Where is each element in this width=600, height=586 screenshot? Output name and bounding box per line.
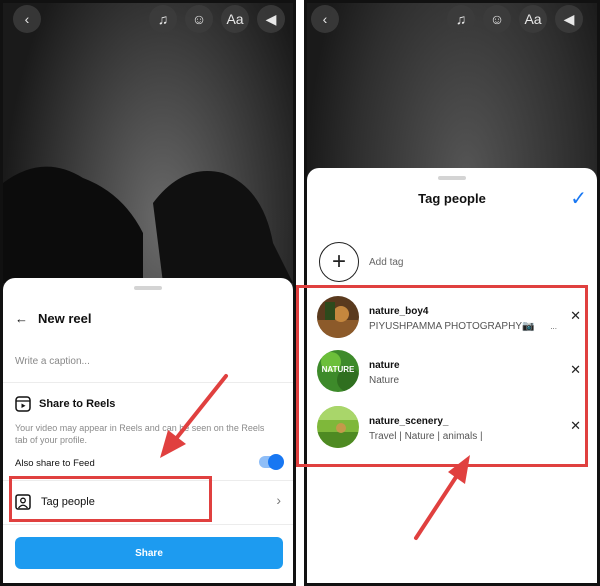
plus-icon: + (331, 248, 346, 275)
back-arrow-icon[interactable]: ← (15, 311, 28, 326)
share-to-reels-row: Share to Reels (15, 396, 115, 412)
divider (3, 524, 293, 525)
sheet-title: New reel (38, 311, 92, 326)
sticker-icon[interactable]: ☺ (185, 5, 213, 33)
add-tag-button[interactable]: + (319, 242, 359, 282)
back-icon[interactable]: ‹ (13, 5, 41, 33)
share-to-reels-label: Share to Reels (39, 398, 116, 410)
tutorial-screenshot: ‹ ♫ ☺ Aa ◀ ← New reel Write a caption...… (0, 0, 600, 586)
music-icon[interactable]: ♫ (149, 5, 177, 33)
editor-toolbar: ‹ ♫ ☺ Aa ◀ (3, 5, 293, 35)
music-icon[interactable]: ♫ (447, 5, 475, 33)
also-share-label: Also share to Feed (15, 458, 95, 469)
caption-input[interactable]: Write a caption... (15, 356, 90, 367)
reels-icon (15, 396, 31, 412)
text-icon[interactable]: Aa (519, 5, 547, 33)
chevron-right-icon: › (276, 492, 281, 508)
editor-toolbar: ‹ ♫ ☺ Aa ◀ (307, 5, 597, 35)
highlight-box-tag-people (9, 476, 212, 522)
done-check-icon[interactable]: ✓ (570, 186, 587, 211)
sheet-header: ← New reel (15, 311, 91, 326)
share-button[interactable]: Share (15, 537, 283, 569)
share-to-feed-toggle[interactable] (259, 454, 284, 470)
sound-icon[interactable]: ◀ (257, 5, 285, 33)
new-reel-sheet: ← New reel Write a caption... Share to R… (3, 278, 293, 583)
sound-icon[interactable]: ◀ (555, 5, 583, 33)
sheet-handle[interactable] (438, 176, 466, 180)
divider (3, 382, 293, 383)
sheet-title: Tag people (418, 191, 486, 206)
highlight-box-tagged-users (296, 285, 588, 467)
share-to-reels-description: Your video may appear in Reels and can b… (15, 423, 265, 445)
toggle-knob (268, 454, 284, 470)
sheet-handle[interactable] (134, 286, 162, 290)
add-tag-label: Add tag (369, 257, 404, 268)
sticker-icon[interactable]: ☺ (483, 5, 511, 33)
back-icon[interactable]: ‹ (311, 5, 339, 33)
text-icon[interactable]: Aa (221, 5, 249, 33)
